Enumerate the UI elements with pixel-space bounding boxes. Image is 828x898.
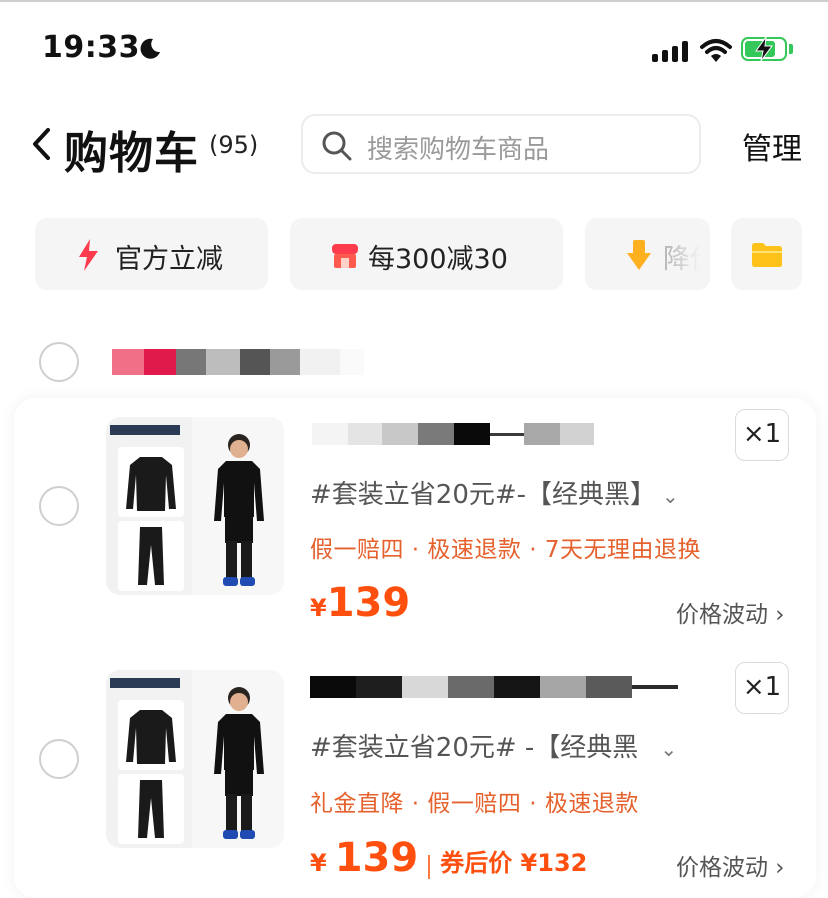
store-name-redacted	[112, 349, 364, 375]
product-title-redacted	[312, 423, 594, 445]
arrow-down-icon	[627, 240, 651, 270]
product-thumbnail[interactable]	[106, 670, 284, 848]
item-spec-select[interactable]: #套装立省20元#-【经典黑】 ⌄	[310, 474, 679, 511]
item-select-radio[interactable]	[39, 486, 79, 526]
price-divider	[428, 854, 431, 879]
product-clothes-image	[118, 700, 184, 844]
service-promises: 假一赔四 · 极速退款 · 7天无理由退换	[310, 537, 701, 563]
filter-price-drop[interactable]: 降价	[585, 218, 710, 290]
folder-icon	[752, 243, 782, 267]
item-price: ¥139	[310, 580, 410, 626]
top-divider	[0, 0, 828, 2]
moon-icon	[140, 38, 160, 59]
store-icon	[332, 244, 358, 268]
product-title-redacted	[310, 676, 678, 698]
chevron-right-icon: ›	[768, 855, 785, 881]
filter-folder[interactable]	[731, 218, 802, 290]
product-thumbnail[interactable]	[106, 417, 284, 595]
item-spec-select[interactable]: #套装立省20元# -【经典黑 ⌄	[310, 727, 677, 764]
product-clothes-image	[118, 447, 184, 591]
filter-official-discount[interactable]: 官方立减	[35, 218, 268, 290]
search-icon	[322, 131, 352, 161]
search-input[interactable]: 搜索购物车商品	[301, 114, 701, 174]
status-time: 19:33	[42, 30, 140, 65]
quantity-badge[interactable]: ×1	[735, 409, 789, 461]
price-fluctuation-link[interactable]: 价格波动 ›	[676, 848, 785, 882]
back-chevron-icon[interactable]	[30, 127, 52, 161]
currency-symbol: ¥	[310, 849, 327, 877]
charging-bolt-icon	[755, 36, 773, 62]
spec-text: #套装立省20元# -【经典黑	[310, 733, 639, 763]
filter-per-300-minus-30[interactable]: 每300减30	[290, 218, 563, 290]
product-model-image	[214, 434, 264, 586]
chevron-down-icon: ⌄	[660, 737, 678, 761]
after-coupon-price: 券后价 ¥132	[440, 849, 588, 877]
chevron-right-icon: ›	[768, 602, 785, 628]
quantity-badge[interactable]: ×1	[735, 662, 789, 714]
spec-text: #套装立省20元#-【经典黑】	[310, 480, 657, 510]
cart-count: (95)	[209, 131, 259, 159]
cellular-signal-icon	[652, 40, 688, 62]
service-promises: 礼金直降 · 假一赔四 · 极速退款	[310, 791, 639, 817]
item-price: ¥139 券后价 ¥132	[310, 835, 587, 881]
item-select-radio[interactable]	[39, 739, 79, 779]
page-title: 购物车	[64, 128, 199, 179]
filter-label: 每300减30	[368, 244, 508, 275]
price-value: 139	[326, 580, 411, 626]
price-value: 139	[334, 835, 419, 881]
search-placeholder: 搜索购物车商品	[367, 135, 550, 165]
currency-symbol: ¥	[310, 594, 327, 622]
wifi-icon	[700, 39, 732, 62]
manage-button[interactable]: 管理	[742, 124, 802, 168]
filter-label: 官方立减	[115, 244, 223, 275]
price-fluctuation-label: 价格波动	[676, 602, 768, 628]
product-model-image	[214, 687, 264, 839]
store-select-radio[interactable]	[39, 342, 79, 382]
chevron-down-icon: ⌄	[662, 484, 679, 508]
price-fluctuation-link[interactable]: 价格波动 ›	[676, 595, 785, 629]
lightning-icon	[79, 239, 98, 271]
battery-cap	[789, 44, 793, 54]
price-fluctuation-label: 价格波动	[676, 855, 768, 881]
